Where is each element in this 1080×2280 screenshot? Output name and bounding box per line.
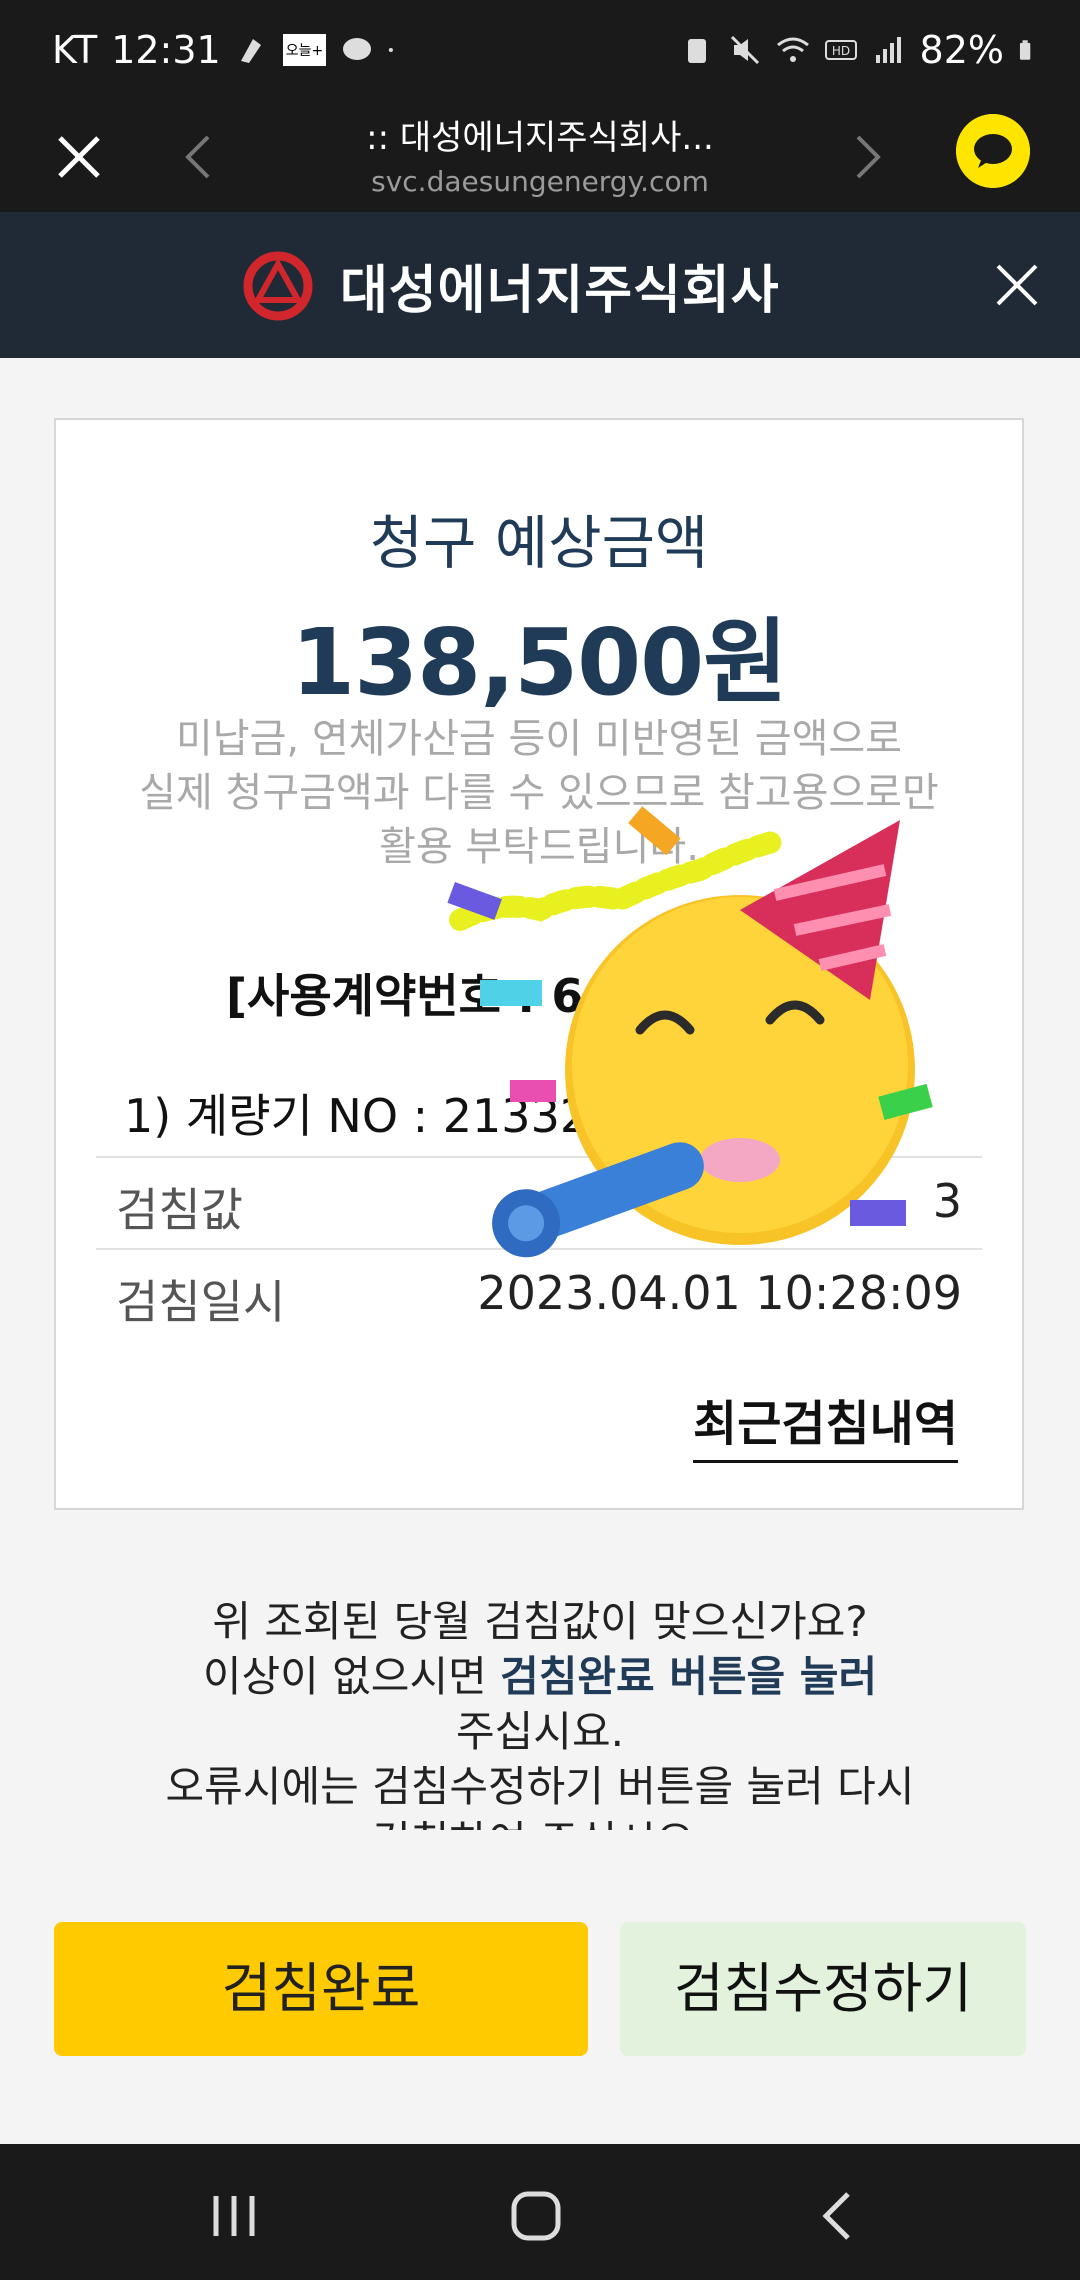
party-face-sticker	[447, 806, 933, 1258]
forward-arrow-icon[interactable]	[848, 132, 888, 182]
reading-complete-button[interactable]: 검침완료	[54, 1922, 588, 2056]
row-key: 검침일시	[116, 1275, 286, 1329]
info-line: 이상이 없으시면 검침완료 버튼을 눌러	[60, 1649, 1020, 1704]
chat-bubble-icon	[343, 38, 372, 60]
carrier-label: KT	[52, 28, 98, 72]
confirmation-message: 위 조회된 당월 검침값이 맞으신가요? 이상이 없으시면 검침완료 버튼을 눌…	[60, 1594, 1020, 1830]
dot-icon	[389, 47, 394, 53]
in-app-browser-bar: :: 대성에너지주식회사... svc.daesungenergy.com	[0, 100, 1080, 212]
app-badge-icon: 오늘+	[282, 34, 327, 66]
kakao-chat-icon[interactable]	[956, 114, 1030, 188]
notification-icon	[240, 39, 261, 63]
signal-icon	[875, 37, 901, 63]
info-line: 주십시요.	[456, 1707, 624, 1756]
back-arrow-icon[interactable]	[178, 132, 218, 182]
estimated-amount: 138,500원	[291, 609, 788, 716]
svg-text:HD: HD	[831, 44, 849, 58]
info-line: 위 조회된 당월 검침값이 맞으신가요?	[212, 1597, 868, 1646]
info-line-prefix: 이상이 없으시면	[202, 1652, 501, 1701]
info-line: 검침하여 주십시요.	[60, 1814, 1020, 1830]
nav-back-icon[interactable]	[808, 2186, 868, 2246]
row-key: 검침값	[116, 1183, 243, 1237]
recycle-icon	[687, 39, 706, 63]
status-bar: KT 12:31 오늘+ HD 82%	[0, 0, 1080, 100]
row-value: 2023.04.01 10:28:09	[477, 1266, 962, 1320]
page-url: svc.daesungenergy.com	[371, 165, 709, 198]
recent-apps-icon[interactable]	[204, 2186, 264, 2246]
notice-line: 미납금, 연체가산금 등이 미반영된 금액으로	[176, 716, 902, 762]
battery-percent: 82%	[919, 28, 1004, 72]
system-nav-bar	[0, 2144, 1080, 2280]
reading-edit-button[interactable]: 검침수정하기	[620, 1922, 1026, 2056]
browser-title-box: :: 대성에너지주식회사... svc.daesungenergy.com	[300, 110, 780, 198]
status-right: HD 82%	[680, 28, 1040, 72]
site-brand: 대성에너지주식회사	[340, 261, 780, 321]
company-logo-icon	[243, 251, 313, 321]
home-icon[interactable]	[506, 2186, 566, 2246]
battery-icon	[1019, 40, 1031, 60]
wifi-icon	[776, 37, 809, 62]
mute-icon	[730, 35, 759, 65]
close-icon[interactable]	[994, 262, 1040, 308]
clock: 12:31	[111, 28, 221, 72]
close-icon[interactable]	[52, 130, 106, 184]
hd-icon: HD	[824, 40, 857, 60]
recent-readings-link[interactable]: 최근검침내역	[693, 1384, 958, 1463]
page-title: :: 대성에너지주식회사...	[366, 118, 714, 158]
status-left: KT 12:31 오늘+	[52, 28, 402, 72]
info-line: 오류시에는 검침수정하기 버튼을 눌러 다시	[165, 1762, 915, 1811]
info-highlight: 검침완료 버튼을 눌러	[500, 1652, 878, 1701]
card-title: 청구 예상금액	[369, 509, 709, 577]
